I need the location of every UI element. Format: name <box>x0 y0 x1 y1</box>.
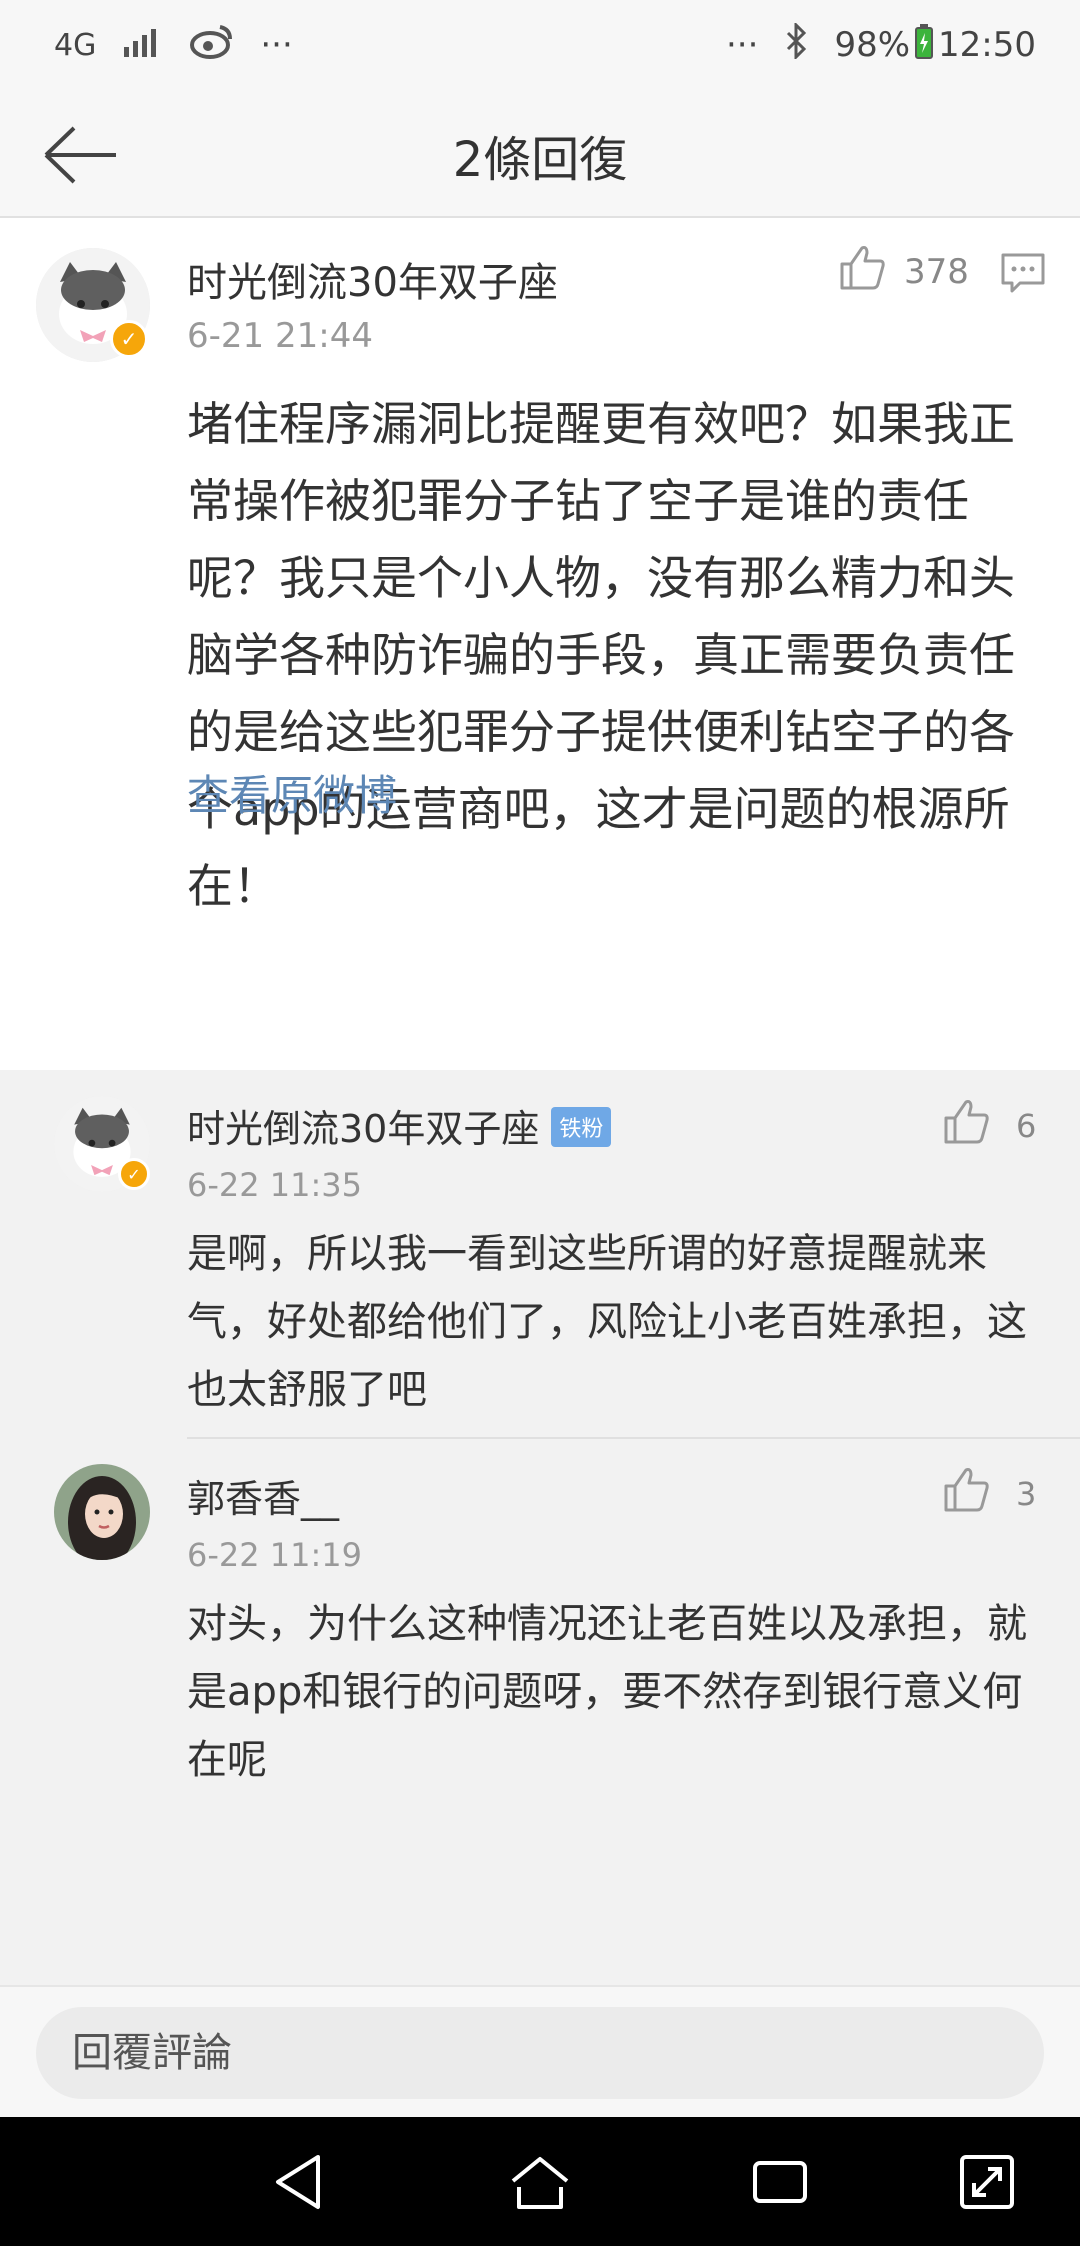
like-icon <box>942 1098 990 1153</box>
weibo-icon <box>190 23 234 68</box>
avatar[interactable]: ✓ <box>36 248 150 362</box>
reply-time: 6-22 11:35 <box>187 1166 363 1204</box>
reply-text: 是啊，所以我一看到这些所谓的好意提醒就来气，好处都给他们了，风险让小老百姓承担，… <box>187 1231 1027 1413</box>
like-icon <box>838 244 886 299</box>
nav-back-icon[interactable] <box>266 2147 336 2217</box>
reply-text: 对头，为什么这种情况还让老百姓以及承担，就是app和银行的问题呀，要不然存到银行… <box>187 1601 1027 1783</box>
reply-item: 郭香香__ 6-22 11:19 3 对头，为什么这种情况还让老百姓以及承担，就… <box>0 1440 1080 1985</box>
reply-input[interactable]: 回覆評論 <box>36 2007 1044 2099</box>
status-bar: 4G ··· ··· 98% 12:50 <box>0 0 1080 90</box>
reply-username-text: 时光倒流30年双子座 <box>187 1107 540 1151</box>
username[interactable]: 时光倒流30年双子座 <box>187 250 558 308</box>
reply-bar: 回覆評論 <box>0 1985 1080 2117</box>
reply-time: 6-22 11:19 <box>187 1536 363 1574</box>
like-icon <box>942 1466 990 1521</box>
like-button[interactable]: 6 <box>942 1098 1036 1153</box>
comment-icon[interactable] <box>1000 252 1046 298</box>
fan-badge: 铁粉 <box>551 1106 612 1147</box>
reply-item: ✓ 时光倒流30年双子座 铁粉 6-22 11:35 6 是啊，所以我一看到这些所… <box>0 1070 1080 1440</box>
avatar[interactable] <box>54 1464 150 1560</box>
like-button[interactable]: 3 <box>942 1466 1036 1521</box>
comment-time: 6-21 21:44 <box>187 316 373 356</box>
like-button[interactable]: 378 <box>838 244 969 299</box>
status-more: ··· <box>260 25 293 65</box>
comment-text: 堵住程序漏洞比提醒更有效吧？如果我正常操作被犯罪分子钻了空子是谁的责任呢？我只是… <box>187 397 1015 913</box>
avatar[interactable]: ✓ <box>54 1096 150 1192</box>
like-count: 378 <box>904 251 969 292</box>
network-indicator: 4G <box>54 27 97 63</box>
battery-icon <box>914 23 934 68</box>
status-more-right: ··· <box>726 25 759 65</box>
like-count: 6 <box>1016 1106 1037 1145</box>
nav-home-icon[interactable] <box>505 2147 575 2217</box>
nav-expand-icon[interactable] <box>952 2147 1022 2217</box>
page-title: 2條回復 <box>452 132 628 188</box>
system-nav-bar <box>0 2117 1080 2246</box>
nav-bar: 2條回復 <box>0 90 1080 218</box>
signal-icon <box>122 25 164 66</box>
verified-icon: ✓ <box>110 320 148 358</box>
reply-username[interactable]: 时光倒流30年双子座 铁粉 <box>187 1098 612 1153</box>
nav-recents-icon[interactable] <box>745 2147 815 2217</box>
bluetooth-icon <box>784 20 808 68</box>
view-original-link[interactable]: 查看原微博 <box>187 762 397 823</box>
verified-icon: ✓ <box>118 1158 150 1190</box>
battery-percent: 98% <box>834 25 911 65</box>
main-comment: ✓ 时光倒流30年双子座 6-21 21:44 378 堵住程序漏洞比提醒更有效… <box>0 218 1080 1070</box>
divider <box>187 1437 1080 1439</box>
reply-username[interactable]: 郭香香__ <box>187 1468 339 1523</box>
like-count: 3 <box>1016 1474 1037 1513</box>
clock: 12:50 <box>938 25 1036 65</box>
